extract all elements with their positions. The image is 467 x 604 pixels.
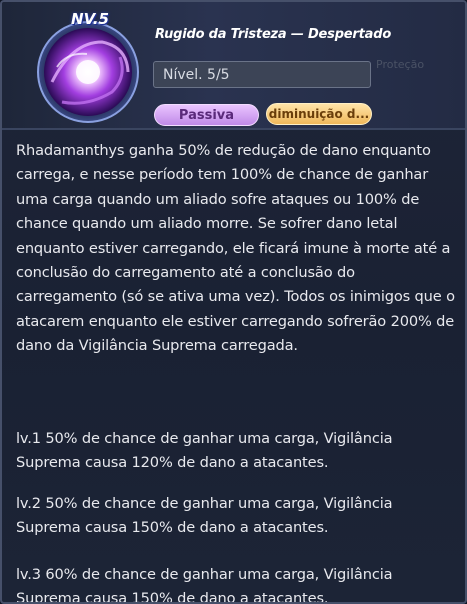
level-badge: NV.5 (71, 10, 109, 28)
description-text: Rhadamanthys ganha 50% de redução de dan… (16, 142, 455, 355)
skill-header: NV.5 Rugido da Tristeza — Despertado Nív… (2, 2, 465, 130)
skill-description: Rhadamanthys ganha 50% de redução de dan… (16, 139, 456, 359)
skill-effect-tag[interactable]: diminuição d... (266, 103, 372, 125)
level-2-effect: lv.2 50% de chance de ganhar uma carga, … (16, 495, 393, 537)
skill-type-tag: Passiva (154, 104, 259, 126)
skill-detail-panel: NV.5 Rugido da Tristeza — Despertado Nív… (0, 0, 467, 604)
level-3-effect: lv.3 60% de chance de ganhar uma carga, … (16, 566, 393, 604)
skill-level-field: Nível. 5/5 (153, 61, 371, 88)
skill-name: Rugido da Tristeza — Despertado (155, 27, 392, 42)
level-1-effect: lv.1 50% de chance de ganhar uma carga, … (16, 430, 393, 472)
background-label: Proteção (376, 58, 425, 71)
